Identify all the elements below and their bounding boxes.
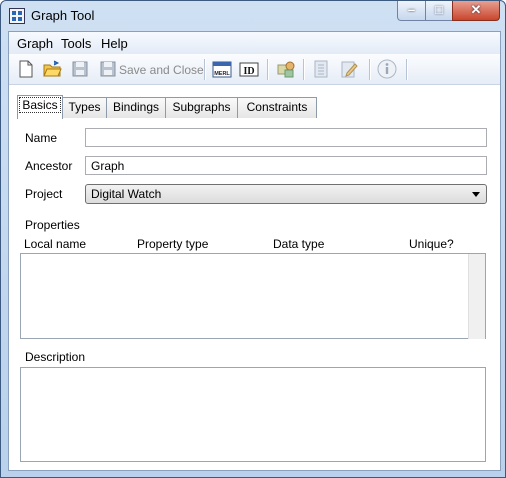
- merl-icon: MERL: [212, 61, 232, 78]
- edit-button[interactable]: [338, 58, 360, 80]
- window-title: Graph Tool: [31, 8, 95, 23]
- properties-grid-header: Local name Property type Data type Uniqu…: [20, 233, 486, 254]
- description-field[interactable]: [20, 367, 486, 462]
- new-button[interactable]: [15, 58, 37, 80]
- new-icon: [19, 60, 33, 78]
- tab-types[interactable]: Types: [62, 97, 107, 118]
- graph-button[interactable]: [275, 58, 297, 80]
- project-select-value: Digital Watch: [91, 187, 162, 201]
- ancestor-label: Ancestor: [25, 159, 73, 173]
- description-label: Description: [25, 350, 86, 364]
- graph-tool-window: Graph Tool – □ ✕ Graph Tools Help Save a…: [0, 0, 506, 478]
- toolbar-separator: [267, 59, 268, 80]
- project-select[interactable]: Digital Watch: [85, 184, 487, 204]
- title-bar[interactable]: Graph Tool – □ ✕: [1, 1, 505, 31]
- client-area: Graph Tools Help Save and Close MERL ID …: [8, 31, 501, 471]
- edit-icon: [341, 61, 358, 78]
- open-icon: [43, 60, 62, 77]
- close-button[interactable]: ✕: [452, 1, 500, 21]
- menu-bar: Graph Tools Help: [9, 32, 500, 54]
- graph-icon: [277, 61, 295, 78]
- tab-bindings[interactable]: Bindings: [106, 97, 166, 118]
- toolbar-separator: [204, 59, 205, 80]
- minimize-icon: –: [407, 2, 416, 17]
- svg-text:ID: ID: [243, 66, 254, 77]
- list-icon: [314, 60, 328, 78]
- save-button[interactable]: [69, 58, 91, 80]
- list-button[interactable]: [310, 58, 332, 80]
- menu-help[interactable]: Help: [101, 36, 128, 51]
- close-icon: ✕: [470, 2, 482, 17]
- properties-grid[interactable]: [20, 253, 486, 339]
- chevron-down-icon: [472, 192, 480, 197]
- column-local-name[interactable]: Local name: [24, 237, 86, 251]
- menu-tools[interactable]: Tools: [61, 36, 91, 51]
- open-button[interactable]: [41, 58, 63, 80]
- info-button[interactable]: [376, 58, 398, 80]
- menu-graph[interactable]: Graph: [17, 36, 53, 51]
- svg-text:MERL: MERL: [214, 71, 230, 77]
- name-label: Name: [25, 131, 58, 145]
- toolbar: Save and Close MERL ID: [9, 54, 500, 85]
- properties-scrollbar[interactable]: [468, 254, 485, 339]
- app-icon[interactable]: [9, 8, 25, 24]
- maximize-icon: □: [435, 2, 443, 17]
- column-unique[interactable]: Unique?: [409, 237, 454, 251]
- id-icon: ID: [239, 62, 259, 77]
- save-icon: [72, 61, 88, 77]
- tab-basics-label: Basics: [19, 97, 61, 113]
- toolbar-separator: [406, 59, 407, 80]
- project-label: Project: [25, 187, 63, 201]
- tab-subgraphs[interactable]: Subgraphs: [165, 97, 238, 118]
- ancestor-field[interactable]: Graph: [85, 156, 487, 175]
- toolbar-separator: [369, 59, 370, 80]
- save-close-label[interactable]: Save and Close: [119, 63, 204, 77]
- merl-button[interactable]: MERL: [211, 58, 233, 80]
- column-data-type[interactable]: Data type: [273, 237, 324, 251]
- tab-constraints[interactable]: Constraints: [237, 97, 317, 118]
- toolbar-separator: [303, 59, 304, 80]
- maximize-button[interactable]: □: [425, 1, 453, 21]
- info-icon: [377, 59, 397, 79]
- properties-label: Properties: [25, 218, 80, 232]
- id-button[interactable]: ID: [238, 58, 260, 80]
- name-field[interactable]: [85, 128, 487, 147]
- minimize-button[interactable]: –: [397, 1, 426, 21]
- tab-basics[interactable]: Basics: [17, 95, 63, 119]
- save-close-icon: [100, 61, 116, 77]
- column-property-type[interactable]: Property type: [137, 237, 208, 251]
- save-close-button[interactable]: [97, 58, 119, 80]
